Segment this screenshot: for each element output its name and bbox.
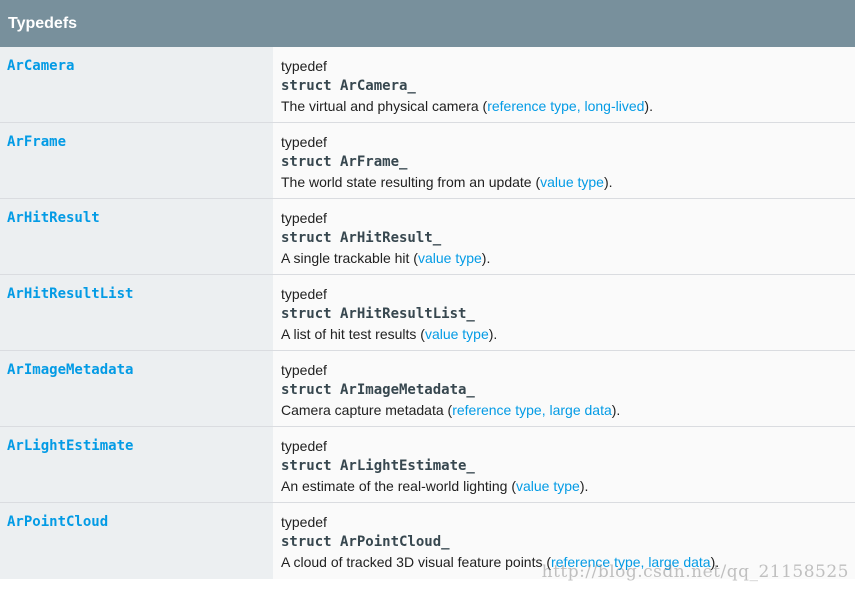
description-text: The world state resulting from an update…: [281, 172, 855, 192]
typedef-link-arimagemetadata[interactable]: ArImageMetadata: [7, 362, 133, 378]
description-prefix: Camera capture metadata (: [281, 402, 453, 418]
struct-declaration: struct ArHitResult_: [281, 230, 442, 246]
struct-declaration: struct ArPointCloud_: [281, 534, 450, 550]
description-suffix: ).: [644, 98, 653, 114]
description-suffix: ).: [611, 402, 621, 418]
type-kind-link[interactable]: value type: [425, 326, 489, 342]
type-kind-link[interactable]: reference type, large data: [551, 554, 711, 570]
table-row: ArPointCloud typedef struct ArPointCloud…: [0, 503, 855, 579]
type-kind-link[interactable]: value type: [540, 174, 604, 190]
description-cell: typedef struct ArPointCloud_ A cloud of …: [273, 503, 855, 579]
description-text: Camera capture metadata (reference type,…: [281, 400, 855, 420]
struct-declaration: struct ArImageMetadata_: [281, 382, 475, 398]
typedef-link-arframe[interactable]: ArFrame: [7, 134, 66, 150]
typedef-keyword: typedef: [281, 286, 327, 302]
description-prefix: A list of hit test results (: [281, 326, 425, 342]
name-cell: ArHitResult: [0, 199, 273, 274]
name-cell: ArHitResultList: [0, 275, 273, 350]
table-row: ArLightEstimate typedef struct ArLightEs…: [0, 427, 855, 503]
description-text: The virtual and physical camera (referen…: [281, 96, 855, 116]
struct-declaration: struct ArCamera_: [281, 78, 416, 94]
type-kind-link[interactable]: reference type, long-lived: [487, 98, 644, 114]
typedef-keyword: typedef: [281, 438, 327, 454]
description-cell: typedef struct ArImageMetadata_ Camera c…: [273, 351, 855, 426]
description-cell: typedef struct ArHitResult_ A single tra…: [273, 199, 855, 274]
table-row: ArImageMetadata typedef struct ArImageMe…: [0, 351, 855, 427]
description-text: A list of hit test results (value type).: [281, 324, 855, 344]
description-prefix: A cloud of tracked 3D visual feature poi…: [281, 554, 552, 570]
description-prefix: The world state resulting from an update…: [281, 174, 541, 190]
description-prefix: An estimate of the real-world lighting (: [281, 478, 516, 494]
description-suffix: ).: [579, 478, 589, 494]
table-row: ArFrame typedef struct ArFrame_ The worl…: [0, 123, 855, 199]
table-row: ArHitResult typedef struct ArHitResult_ …: [0, 199, 855, 275]
typedef-keyword: typedef: [281, 58, 327, 74]
typedefs-table: Typedefs ArCamera typedef struct ArCamer…: [0, 0, 855, 579]
description-cell: typedef struct ArCamera_ The virtual and…: [273, 47, 855, 122]
struct-declaration: struct ArLightEstimate_: [281, 458, 475, 474]
type-kind-link[interactable]: value type: [418, 250, 482, 266]
description-cell: typedef struct ArFrame_ The world state …: [273, 123, 855, 198]
description-cell: typedef struct ArLightEstimate_ An estim…: [273, 427, 855, 502]
typedef-keyword: typedef: [281, 514, 327, 530]
table-header: Typedefs: [0, 0, 855, 47]
description-text: An estimate of the real-world lighting (…: [281, 476, 855, 496]
typedef-keyword: typedef: [281, 362, 327, 378]
description-suffix: ).: [481, 250, 491, 266]
typedef-link-arlightestimate[interactable]: ArLightEstimate: [7, 438, 133, 454]
section-title: Typedefs: [8, 15, 78, 32]
type-kind-link[interactable]: reference type, large data: [452, 402, 612, 418]
struct-declaration: struct ArHitResultList_: [281, 306, 475, 322]
description-prefix: The virtual and physical camera (: [281, 98, 488, 114]
type-kind-link[interactable]: value type: [516, 478, 580, 494]
description-text: A cloud of tracked 3D visual feature poi…: [281, 552, 855, 572]
description-cell: typedef struct ArHitResultList_ A list o…: [273, 275, 855, 350]
description-suffix: ).: [603, 174, 613, 190]
name-cell: ArLightEstimate: [0, 427, 273, 502]
typedef-link-arhitresult[interactable]: ArHitResult: [7, 210, 100, 226]
typedef-link-arhitresultlist[interactable]: ArHitResultList: [7, 286, 133, 302]
typedef-keyword: typedef: [281, 134, 327, 150]
typedef-link-arpointcloud[interactable]: ArPointCloud: [7, 514, 108, 530]
name-cell: ArImageMetadata: [0, 351, 273, 426]
description-text: A single trackable hit (value type).: [281, 248, 855, 268]
name-cell: ArFrame: [0, 123, 273, 198]
description-suffix: ).: [488, 326, 498, 342]
typedef-keyword: typedef: [281, 210, 327, 226]
description-suffix: ).: [710, 554, 720, 570]
name-cell: ArCamera: [0, 47, 273, 122]
table-row: ArCamera typedef struct ArCamera_ The vi…: [0, 47, 855, 123]
description-prefix: A single trackable hit (: [281, 250, 418, 266]
typedef-link-arcamera[interactable]: ArCamera: [7, 58, 74, 74]
struct-declaration: struct ArFrame_: [281, 154, 408, 170]
table-row: ArHitResultList typedef struct ArHitResu…: [0, 275, 855, 351]
name-cell: ArPointCloud: [0, 503, 273, 579]
